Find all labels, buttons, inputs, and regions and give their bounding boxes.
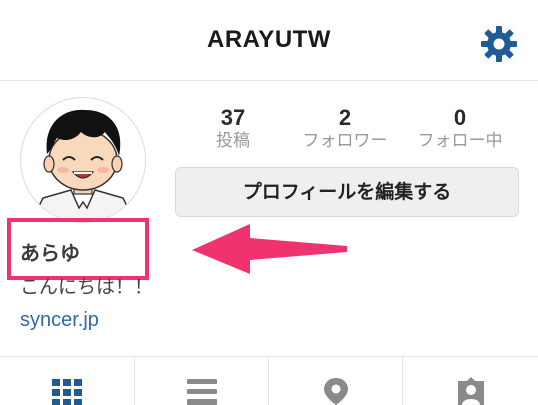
annotation-arrow-icon [192, 224, 347, 274]
profile-link[interactable]: syncer.jp [20, 309, 99, 332]
grid-icon [52, 379, 82, 405]
avatar[interactable] [20, 97, 146, 223]
top-bar: ARAYUTW [0, 0, 538, 81]
tab-list[interactable] [134, 357, 269, 405]
avatar-illustration [30, 109, 136, 222]
followers-label: フォロワー [302, 131, 388, 151]
gear-icon[interactable] [479, 24, 519, 64]
edit-profile-button[interactable]: プロフィールを編集する [175, 167, 519, 217]
username-title: ARAYUTW [207, 26, 331, 53]
tab-tagged[interactable] [402, 357, 538, 405]
posts-stat[interactable]: 37 投稿 [178, 106, 288, 152]
posts-count: 37 [220, 105, 246, 130]
tab-map[interactable] [268, 357, 403, 405]
following-stat[interactable]: 0 フォロー中 [405, 106, 515, 152]
following-count: 0 [453, 105, 467, 130]
posts-label: 投稿 [216, 131, 250, 151]
followers-count: 2 [338, 105, 352, 130]
profile-tab-bar [0, 356, 538, 405]
following-label: フォロー中 [417, 131, 503, 151]
list-icon [187, 379, 217, 405]
tagged-person-icon [458, 377, 484, 405]
location-pin-icon [324, 378, 348, 405]
followers-stat[interactable]: 2 フォロワー [290, 106, 400, 152]
bio-text: こんにちは！！ [20, 276, 154, 298]
name-highlight-box [7, 218, 149, 280]
tab-grid[interactable] [0, 357, 134, 405]
